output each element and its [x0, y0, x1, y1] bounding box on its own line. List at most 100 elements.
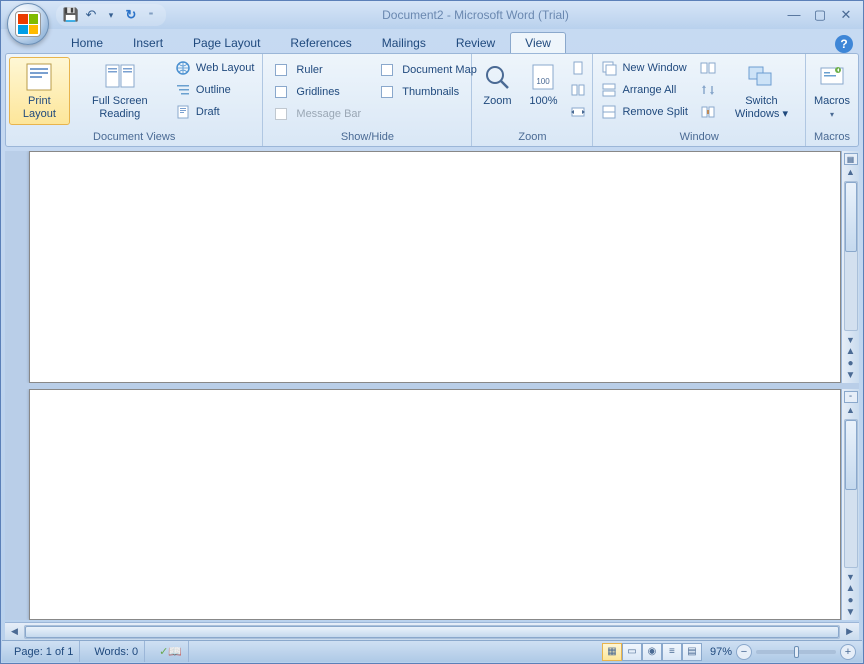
- ruler-checkbox[interactable]: Ruler: [270, 59, 366, 80]
- horizontal-scrollbar[interactable]: ◀ ▶: [5, 622, 859, 640]
- view-outline-button[interactable]: ≡: [662, 643, 682, 661]
- scroll-track-top[interactable]: [844, 181, 858, 331]
- remove-split-icon: [601, 104, 617, 120]
- undo-dropdown-icon[interactable]: ▾: [102, 6, 120, 24]
- scroll-up-icon-2[interactable]: ▲: [846, 405, 855, 415]
- bottom-pane: ⁃ ▲ ▼ ▲ ● ▼: [5, 389, 859, 621]
- tab-home[interactable]: Home: [56, 32, 118, 53]
- redo-button[interactable]: ↻: [122, 6, 140, 24]
- title-bar: 💾 ↶ ▾ ↻ ⁼ Document2 - Microsoft Word (Tr…: [1, 1, 863, 29]
- document-page-bottom[interactable]: [29, 389, 841, 621]
- view-draft-button[interactable]: ▤: [682, 643, 702, 661]
- tab-mailings[interactable]: Mailings: [367, 32, 441, 53]
- split-handle-icon[interactable]: ⁃: [844, 391, 858, 403]
- undo-button[interactable]: ↶: [82, 6, 100, 24]
- zoom-slider[interactable]: [756, 650, 836, 654]
- status-words[interactable]: Words: 0: [88, 641, 145, 662]
- view-full-screen-button[interactable]: ▭: [622, 643, 642, 661]
- thumbnails-checkbox[interactable]: Thumbnails: [376, 81, 482, 102]
- status-proofing[interactable]: ✓📖: [153, 641, 189, 662]
- scroll-down-icon[interactable]: ▼: [846, 335, 855, 345]
- zoom-button[interactable]: Zoom: [475, 57, 519, 125]
- outline-button[interactable]: Outline: [170, 79, 260, 100]
- page-width-button[interactable]: [567, 101, 589, 122]
- new-window-button[interactable]: New Window: [596, 57, 692, 78]
- web-layout-label: Web Layout: [196, 62, 255, 74]
- zoom-slider-thumb[interactable]: [794, 646, 799, 658]
- draft-button[interactable]: Draft: [170, 101, 260, 122]
- close-button[interactable]: ✕: [837, 7, 855, 23]
- maximize-button[interactable]: ▢: [811, 7, 829, 23]
- zoom-percent[interactable]: 97%: [710, 646, 732, 658]
- reset-position-button[interactable]: [697, 101, 719, 122]
- ruler-toggle-icon[interactable]: ▦: [844, 153, 858, 165]
- view-print-layout-button[interactable]: ▦: [602, 643, 622, 661]
- scroll-down-icon-2[interactable]: ▼: [846, 572, 855, 582]
- print-layout-button[interactable]: Print Layout: [9, 57, 70, 125]
- thumbnails-label: Thumbnails: [402, 86, 459, 98]
- app-window: 💾 ↶ ▾ ↻ ⁼ Document2 - Microsoft Word (Tr…: [0, 0, 864, 664]
- scroll-up-icon[interactable]: ▲: [846, 167, 855, 177]
- browse-object-icon[interactable]: ●: [847, 359, 853, 369]
- sync-scroll-icon: [700, 82, 716, 98]
- web-layout-button[interactable]: Web Layout: [170, 57, 260, 78]
- remove-split-button[interactable]: Remove Split: [596, 101, 692, 122]
- arrange-all-button[interactable]: Arrange All: [596, 79, 692, 100]
- remove-split-label: Remove Split: [622, 106, 687, 118]
- vertical-scrollbar-top[interactable]: ▦ ▲ ▼ ▲ ● ▼: [841, 151, 859, 383]
- minimize-button[interactable]: —: [785, 7, 803, 23]
- browse-object-icon-2[interactable]: ●: [847, 596, 853, 606]
- zoom-out-button[interactable]: −: [736, 644, 752, 660]
- scroll-thumb-top[interactable]: [845, 182, 857, 252]
- status-page[interactable]: Page: 1 of 1: [8, 641, 80, 662]
- hscroll-thumb[interactable]: [25, 626, 839, 638]
- group-document-views: Print Layout Full Screen Reading Web Lay…: [6, 54, 263, 146]
- one-page-button[interactable]: [567, 57, 589, 78]
- scroll-track-bottom[interactable]: [844, 419, 858, 569]
- quick-access-toolbar: 💾 ↶ ▾ ↻ ⁼: [56, 4, 166, 26]
- draft-icon: [175, 104, 191, 120]
- document-map-checkbox[interactable]: Document Map: [376, 59, 482, 80]
- sync-scrolling-button[interactable]: [697, 79, 719, 100]
- scroll-thumb-bottom[interactable]: [845, 420, 857, 490]
- view-web-button[interactable]: ◉: [642, 643, 662, 661]
- new-window-icon: [601, 60, 617, 76]
- svg-text:100: 100: [537, 77, 551, 86]
- hscroll-track[interactable]: [24, 625, 840, 639]
- tab-review[interactable]: Review: [441, 32, 510, 53]
- scroll-right-icon[interactable]: ▶: [842, 626, 857, 637]
- zoom-in-button[interactable]: +: [840, 644, 856, 660]
- two-pages-button[interactable]: [567, 79, 589, 100]
- office-button[interactable]: [7, 3, 49, 45]
- hundred-percent-button[interactable]: 100 100%: [521, 57, 565, 125]
- view-side-by-side-button[interactable]: [697, 57, 719, 78]
- full-screen-label: Full Screen Reading: [77, 95, 163, 120]
- vertical-scrollbar-bottom[interactable]: ⁃ ▲ ▼ ▲ ● ▼: [841, 389, 859, 621]
- next-page-icon-2[interactable]: ▼: [846, 608, 856, 618]
- tab-insert[interactable]: Insert: [118, 32, 178, 53]
- switch-windows-button[interactable]: Switch Windows ▾: [721, 57, 802, 125]
- draft-label: Draft: [196, 106, 220, 118]
- qat-customize-icon[interactable]: ⁼: [142, 6, 160, 24]
- tab-view[interactable]: View: [510, 32, 566, 53]
- full-screen-reading-button[interactable]: Full Screen Reading: [72, 57, 168, 125]
- prev-page-icon-2[interactable]: ▲: [846, 584, 856, 594]
- tab-page-layout[interactable]: Page Layout: [178, 32, 275, 53]
- macros-icon: [818, 61, 846, 93]
- group-label-macros: Macros: [809, 129, 855, 146]
- macros-button[interactable]: Macros ▾: [809, 57, 855, 125]
- help-button[interactable]: ?: [835, 35, 853, 53]
- switch-windows-label: Switch Windows ▾: [726, 95, 797, 120]
- prev-page-icon[interactable]: ▲: [846, 347, 856, 357]
- ribbon: Print Layout Full Screen Reading Web Lay…: [5, 53, 859, 147]
- status-bar: Page: 1 of 1 Words: 0 ✓📖 ▦ ▭ ◉ ≡ ▤ 97% −…: [2, 640, 862, 662]
- document-page-top[interactable]: [29, 151, 841, 383]
- next-page-icon[interactable]: ▼: [846, 371, 856, 381]
- scroll-left-icon[interactable]: ◀: [7, 626, 22, 637]
- macros-dropdown-icon: ▾: [830, 110, 834, 119]
- gridlines-checkbox[interactable]: Gridlines: [270, 81, 366, 102]
- save-button[interactable]: 💾: [62, 6, 80, 24]
- two-pages-icon: [570, 82, 586, 98]
- tab-references[interactable]: References: [275, 32, 366, 53]
- outline-icon: [175, 82, 191, 98]
